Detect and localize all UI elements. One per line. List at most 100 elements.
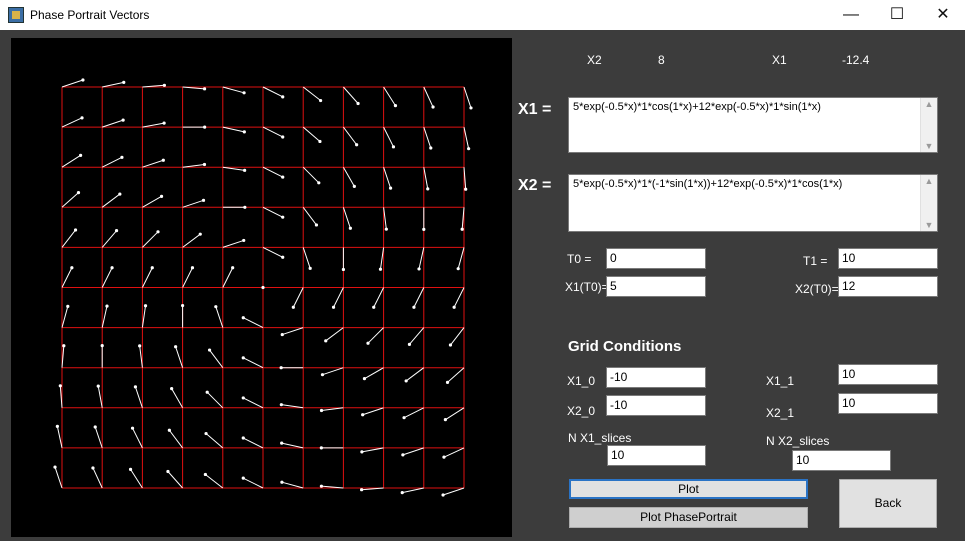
field-vector bbox=[403, 407, 425, 419]
x2-equation-input[interactable]: 5*exp(-0.5*x)*1*(-1*sin(1*x))+12*exp(-0.… bbox=[568, 174, 938, 232]
back-button[interactable]: Back bbox=[839, 479, 937, 528]
title-bar: Phase Portrait Vectors — ☐ ✕ bbox=[0, 0, 965, 30]
vector-tip bbox=[360, 450, 364, 454]
x2-equation-label: X2 = bbox=[518, 177, 552, 194]
vector-tip bbox=[241, 436, 245, 440]
x2t0-label: X2(T0)= bbox=[795, 282, 839, 296]
field-vector bbox=[243, 357, 264, 369]
vector-tip bbox=[241, 396, 245, 400]
x1-0-field[interactable]: -10 bbox=[606, 367, 706, 388]
vector-tip bbox=[443, 418, 447, 422]
field-vector bbox=[205, 433, 224, 449]
n-x2-slices-field[interactable]: 10 bbox=[792, 450, 891, 471]
field-vector bbox=[142, 195, 162, 208]
vector-tip bbox=[96, 384, 100, 388]
field-vector bbox=[463, 126, 470, 149]
maximize-button[interactable]: ☐ bbox=[874, 0, 920, 30]
field-vector bbox=[262, 86, 283, 98]
field-vector bbox=[141, 267, 153, 288]
vector-tip bbox=[464, 187, 468, 191]
t1-field[interactable]: 10 bbox=[838, 248, 938, 269]
vector-tip bbox=[122, 80, 126, 84]
t0-field[interactable]: 0 bbox=[606, 248, 706, 269]
field-vector bbox=[383, 86, 396, 106]
vector-tip bbox=[360, 488, 364, 492]
field-vector bbox=[423, 167, 429, 189]
x2-0-label: X2_0 bbox=[567, 404, 596, 418]
vector-tip bbox=[242, 91, 246, 95]
vector-tip bbox=[128, 467, 133, 471]
x1t0-label: X1(T0)= bbox=[565, 280, 609, 294]
vector-tip bbox=[388, 186, 393, 190]
field-vector bbox=[61, 154, 81, 168]
field-vector bbox=[443, 447, 465, 458]
field-vector bbox=[222, 126, 245, 133]
x2-0-field[interactable]: -10 bbox=[606, 395, 706, 416]
field-vector bbox=[101, 305, 108, 328]
scroll-down-icon[interactable]: ▼ bbox=[921, 141, 937, 151]
field-vector bbox=[292, 287, 304, 308]
x1-1-field[interactable]: 10 bbox=[838, 364, 938, 385]
field-vector bbox=[342, 126, 358, 146]
field-vector bbox=[343, 86, 359, 104]
vector-tip bbox=[241, 356, 245, 360]
field-vector bbox=[142, 122, 165, 128]
field-vector bbox=[61, 267, 73, 288]
x1-equation-scrollbar[interactable]: ▲ ▼ bbox=[920, 98, 937, 152]
minimize-button[interactable]: — bbox=[828, 0, 874, 30]
vector-tip bbox=[159, 194, 164, 198]
field-vector bbox=[61, 306, 69, 328]
x1-0-label: X1_0 bbox=[567, 374, 596, 388]
field-vector bbox=[413, 287, 425, 308]
vector-tip bbox=[280, 480, 284, 484]
field-vector bbox=[56, 426, 63, 449]
x2-equation-scrollbar[interactable]: ▲ ▼ bbox=[920, 175, 937, 231]
field-vector bbox=[445, 407, 465, 421]
grid-conditions-heading: Grid Conditions bbox=[568, 338, 682, 355]
phase-portrait-canvas[interactable] bbox=[11, 38, 512, 537]
field-vector bbox=[302, 247, 311, 269]
field-vector bbox=[333, 287, 344, 308]
vector-tip bbox=[448, 343, 453, 347]
vector-tip bbox=[291, 305, 295, 309]
scroll-up-icon[interactable]: ▲ bbox=[921, 176, 937, 186]
vector-tip bbox=[133, 385, 138, 389]
field-vector bbox=[134, 386, 143, 408]
vector-tip bbox=[261, 285, 265, 290]
vector-tip bbox=[467, 147, 471, 151]
field-vector bbox=[222, 86, 245, 94]
x1-readout-value: -12.4 bbox=[842, 53, 870, 67]
scroll-up-icon[interactable]: ▲ bbox=[921, 99, 937, 109]
vector-tip bbox=[130, 426, 135, 430]
vector-tip bbox=[214, 305, 218, 309]
x2-equation-text: 5*exp(-0.5*x)*1*(-1*sin(1*x))+12*exp(-0.… bbox=[573, 178, 843, 190]
field-vector bbox=[243, 397, 264, 409]
x1t0-field[interactable]: 5 bbox=[606, 276, 706, 297]
x1-equation-input[interactable]: 5*exp(-0.5*x)*1*cos(1*x)+12*exp(-0.5*x)*… bbox=[568, 97, 938, 153]
window-title: Phase Portrait Vectors bbox=[30, 8, 150, 22]
vector-tip bbox=[280, 332, 284, 337]
vector-tip bbox=[426, 187, 430, 191]
x2t0-field[interactable]: 12 bbox=[838, 276, 938, 297]
vector-tip bbox=[162, 121, 166, 125]
field-vector bbox=[54, 466, 63, 489]
x1-readout-label: X1 bbox=[772, 53, 787, 67]
plot-button[interactable]: Plot bbox=[569, 479, 808, 499]
vector-tip bbox=[348, 226, 352, 230]
field-vector bbox=[442, 487, 465, 496]
field-vector bbox=[302, 166, 320, 184]
field-vector bbox=[205, 474, 224, 489]
vector-tip bbox=[55, 424, 59, 428]
vector-tip bbox=[156, 230, 160, 234]
vector-tip bbox=[204, 431, 208, 436]
vector-tip bbox=[280, 441, 284, 445]
field-vector bbox=[206, 391, 224, 409]
x2-1-field[interactable]: 10 bbox=[838, 393, 938, 414]
vector-tip bbox=[167, 428, 171, 432]
close-button[interactable]: ✕ bbox=[920, 0, 965, 30]
n-x1-slices-field[interactable]: 10 bbox=[607, 445, 706, 466]
scroll-down-icon[interactable]: ▼ bbox=[921, 220, 937, 230]
vector-tip bbox=[319, 98, 323, 103]
plot-phaseportrait-button[interactable]: Plot PhasePortrait bbox=[569, 507, 808, 528]
vector-tip bbox=[114, 229, 119, 233]
